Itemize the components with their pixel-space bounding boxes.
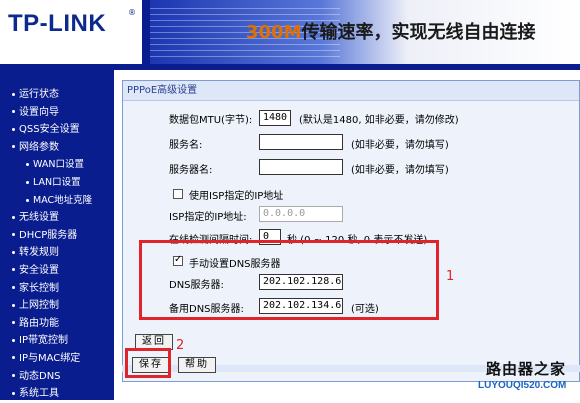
annotation-box-1 [139,240,439,320]
service-name-input[interactable] [259,134,343,150]
bullet-icon [12,391,15,395]
sidebar-item[interactable]: LAN口设置 [12,174,92,192]
service-name-note: (如非必要，请勿填写) [351,140,449,151]
mtu-input[interactable]: 1480 [259,110,291,126]
slogan-speed: 300M [246,22,302,43]
sidebar-item-label: DHCP服务器 [19,229,78,241]
sidebar-item-label: LAN口设置 [33,176,81,188]
mtu-label: 数据包MTU(字节): [169,115,253,126]
bullet-icon [12,303,15,307]
bullet-icon [12,145,15,149]
bullet-icon [12,338,15,342]
panel-title: PPPoE高级设置 [123,81,579,101]
sidebar-item[interactable]: 家长控制 [12,280,92,298]
sidebar-item[interactable]: IP与MAC绑定 [12,350,92,368]
server-name-input[interactable] [259,159,343,175]
logo-area: TP-LINK ® [0,0,142,64]
sidebar-item[interactable]: 网络参数 [12,139,92,157]
use-isp-ip-label: 使用ISP指定的IP地址 [189,191,284,202]
sidebar-item-label: 转发规则 [19,247,59,259]
sidebar-item[interactable]: WAN口设置 [12,156,92,174]
sidebar-item[interactable]: 无线设置 [12,209,92,227]
tp-link-logo: TP-LINK [8,10,107,37]
server-name-note: (如非必要，请勿填写) [351,165,449,176]
bullet-icon [12,233,15,237]
bullet-icon [12,286,15,290]
sidebar-item-label: 路由功能 [19,317,59,329]
bullet-icon [26,180,29,184]
slogan-text: 传输速率，实现无线自由连接 [301,22,536,43]
sidebar-item-label: IP带宽控制 [19,335,68,347]
annotation-number-2: 2 [176,338,185,353]
sidebar-item[interactable]: 动态DNS [12,368,92,386]
sidebar-item-label: 设置向导 [19,106,59,118]
sidebar-item[interactable]: 系统工具 [12,385,92,403]
watermark-name: 路由器之家 [486,360,567,378]
server-name-label: 服务器名: [169,165,213,176]
main-content: PPPoE高级设置 数据包MTU(字节): 1480 (默认是1480, 如非必… [114,70,580,400]
sidebar-item-label: 动态DNS [19,370,61,382]
pppoe-advanced-panel: PPPoE高级设置 数据包MTU(字节): 1480 (默认是1480, 如非必… [122,80,580,382]
bullet-icon [12,356,15,360]
sidebar-item[interactable]: 上网控制 [12,297,92,315]
sidebar-item-label: 家长控制 [19,282,59,294]
sidebar-item[interactable]: QSS安全设置 [12,121,92,139]
service-name-label: 服务名: [169,140,203,151]
use-isp-ip-checkbox[interactable] [173,189,183,199]
sidebar-item[interactable]: IP带宽控制 [12,332,92,350]
bullet-icon [12,110,15,114]
registered-mark: ® [128,8,136,17]
bullet-icon [12,127,15,131]
sidebar-item[interactable]: 安全设置 [12,262,92,280]
bullet-icon [12,374,15,377]
bullet-icon [12,321,15,325]
sidebar-item-label: 网络参数 [19,141,59,153]
isp-ip-label: ISP指定的IP地址: [169,212,247,223]
sidebar-item[interactable]: 路由功能 [12,315,92,333]
sidebar-item-label: QSS安全设置 [19,124,80,136]
sidebar-item[interactable]: 转发规则 [12,244,92,262]
annotation-box-2 [125,348,171,378]
watermark-url: LUYOUQI520.COM [478,380,567,391]
sidebar-item-label: IP与MAC绑定 [19,352,81,364]
help-button[interactable]: 帮助 [178,357,216,373]
sidebar-item-label: 运行状态 [19,89,59,100]
sidebar-item-label: 无线设置 [19,212,59,224]
sidebar-item-label: 安全设置 [19,264,59,276]
bullet-icon [26,198,29,202]
sidebar-menu: 运行状态设置向导 QSS安全设置 网络参数 WAN口设置 LAN口设置 MAC地址克隆无线… [12,86,92,403]
sidebar-item-label: 系统工具 [19,388,59,400]
sidebar-item[interactable]: DHCP服务器 [12,227,92,245]
bullet-icon [12,215,15,219]
annotation-number-1: 1 [446,269,455,284]
sidebar-item[interactable]: 设置向导 [12,104,92,122]
bullet-icon [12,250,15,254]
bullet-icon [12,268,15,272]
sidebar-item-label: WAN口设置 [33,159,84,171]
sidebar-item[interactable]: 运行状态 [12,86,92,104]
sidebar: 运行状态设置向导 QSS安全设置 网络参数 WAN口设置 LAN口设置 MAC地址克隆无线… [0,70,114,400]
banner-slogan: 300M传输速率，实现无线自由连接 [246,18,536,44]
header: TP-LINK ® 300M传输速率，实现无线自由连接 [0,0,580,64]
sidebar-item-label: 上网控制 [19,300,59,312]
sidebar-item[interactable]: MAC地址克隆 [12,192,92,210]
bullet-icon [12,92,15,96]
sidebar-item-label: MAC地址克隆 [33,194,93,206]
isp-ip-input[interactable]: 0.0.0.0 [259,206,343,222]
mtu-note: (默认是1480, 如非必要，请勿修改) [299,115,459,126]
bullet-icon [26,163,29,167]
